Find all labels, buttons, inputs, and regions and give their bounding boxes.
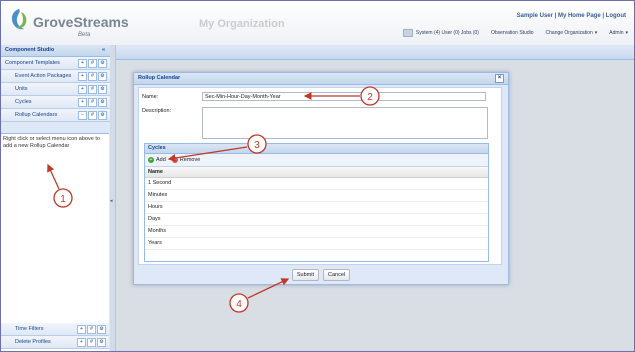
annotation-number: 4 [236, 299, 242, 310]
app-window: GroveStreams Beta My Organization Sample… [0, 0, 635, 352]
annotation-arrow [47, 163, 60, 190]
annotation-number: 2 [367, 92, 373, 103]
annotation-arrow [167, 146, 248, 162]
annotation-number: 1 [60, 194, 66, 205]
annotation-number: 3 [254, 140, 260, 151]
annotation-overlay: 1 2 3 4 [47, 86, 380, 313]
annotation-arrow [247, 278, 290, 299]
